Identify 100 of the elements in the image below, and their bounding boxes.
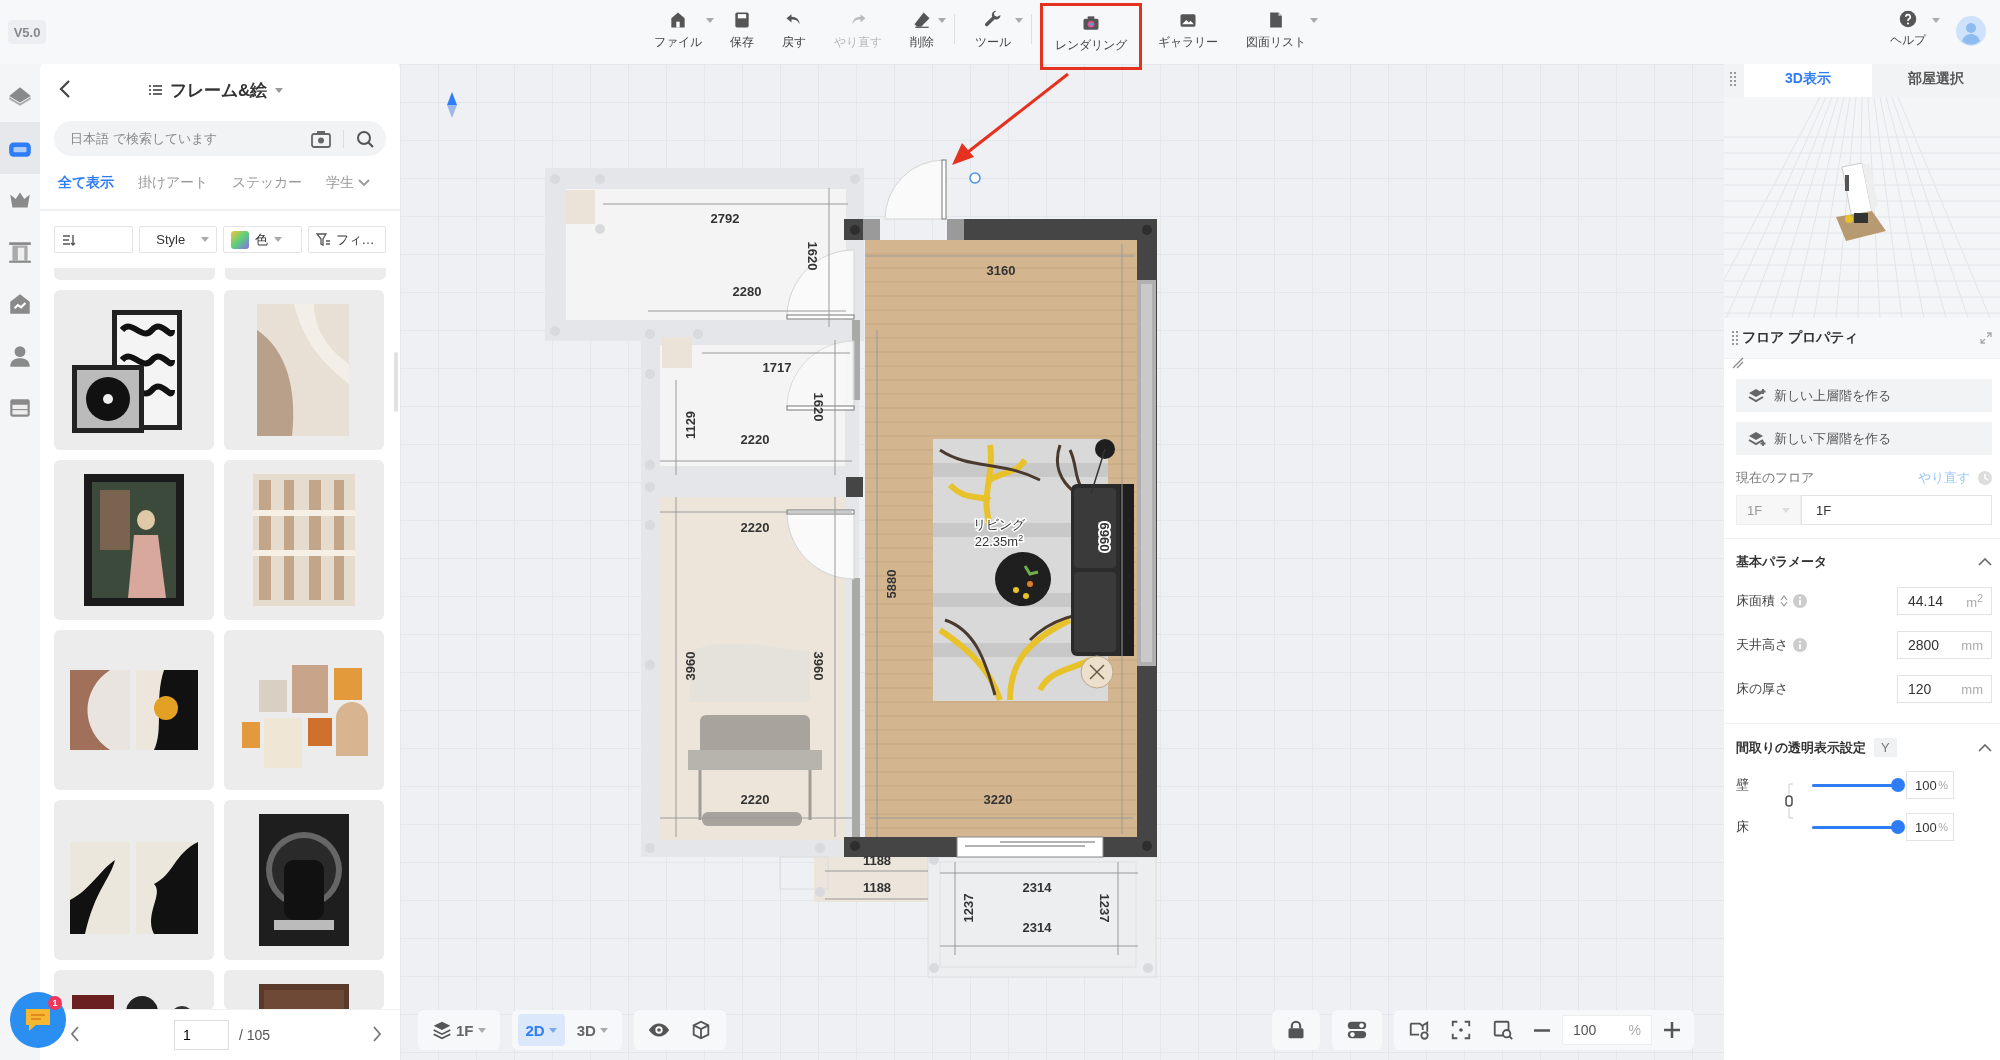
dimension-label: 1129 bbox=[683, 410, 699, 440]
drag-handle-icon bbox=[1732, 331, 1738, 345]
chevron-right-icon bbox=[372, 1025, 382, 1042]
floor-dropdown[interactable]: 1F bbox=[424, 1014, 494, 1046]
percent-field[interactable]: 100% bbox=[1906, 813, 1954, 841]
caret-icon bbox=[201, 237, 209, 242]
chevron-icon bbox=[358, 178, 370, 187]
focus-icon bbox=[1450, 1019, 1472, 1041]
dimension-label: 1188 bbox=[862, 853, 892, 869]
section-title: フロア プロパティ bbox=[1742, 329, 1858, 347]
drag-handle-icon bbox=[1730, 72, 1736, 86]
filter-button[interactable]: フィ… bbox=[307, 226, 386, 253]
layers-icon bbox=[432, 1020, 452, 1040]
category-tab[interactable]: 全て表示 bbox=[46, 173, 126, 192]
sort-icon bbox=[1780, 595, 1788, 607]
version-label: V5.0 bbox=[8, 20, 46, 44]
dimension-label: 3960 bbox=[683, 651, 699, 681]
toggle-icon bbox=[1346, 1019, 1368, 1041]
dimension-label: 2220 bbox=[740, 432, 770, 448]
chevron-icon[interactable] bbox=[1978, 558, 1992, 566]
number-field[interactable]: 44.14 m$^{2}$ bbox=[1897, 587, 1992, 615]
help-icon bbox=[1899, 10, 1917, 28]
help-button[interactable]: ヘルプ bbox=[1882, 0, 1942, 58]
field-label: 壁 bbox=[1736, 776, 1750, 794]
zoom-field[interactable]: 100 % bbox=[1562, 1015, 1652, 1045]
dimension-label: 1237 bbox=[961, 893, 977, 923]
slider-thumb[interactable] bbox=[1891, 778, 1905, 792]
percent-field[interactable]: 100% bbox=[1906, 771, 1954, 799]
add-upper-floor-button[interactable]: 新しい上層階を作る bbox=[1736, 379, 1992, 412]
dimension-label: 2314 bbox=[1022, 920, 1052, 936]
notification-badge: 1 bbox=[48, 996, 62, 1010]
floor-name-field[interactable]: 1F bbox=[1801, 495, 1992, 525]
shortcut-badge: Y bbox=[1874, 738, 1897, 757]
compass-icon bbox=[447, 92, 457, 118]
camera-icon[interactable] bbox=[311, 129, 331, 148]
link-icon[interactable] bbox=[1784, 783, 1794, 819]
caret-icon bbox=[274, 237, 282, 242]
dimension-label: 3220 bbox=[983, 792, 1013, 808]
caret-icon bbox=[1932, 18, 1940, 23]
tools-button[interactable]: ツール bbox=[963, 0, 1023, 58]
anchor-point[interactable] bbox=[969, 172, 981, 184]
section-title: 間取りの透明表示設定 bbox=[1736, 738, 1866, 757]
number-field[interactable]: 2800 mm bbox=[1897, 631, 1992, 659]
door-icon bbox=[7, 239, 33, 265]
save-icon bbox=[732, 10, 752, 30]
info-icon bbox=[1793, 594, 1807, 608]
add-lower-floor-button[interactable]: 新しい下層階を作る bbox=[1736, 422, 1992, 455]
camera-settings-icon bbox=[1408, 1019, 1430, 1041]
style-dropdown[interactable]: Style bbox=[138, 226, 217, 253]
file-button[interactable]: ファイル bbox=[642, 0, 714, 58]
save-button[interactable]: 保存 bbox=[718, 0, 766, 58]
resize-icon[interactable] bbox=[1732, 357, 1744, 369]
chevron-icon[interactable] bbox=[1978, 743, 1992, 752]
dimension-label: 2314 bbox=[1022, 880, 1052, 896]
filter-icon bbox=[315, 232, 330, 247]
render-button[interactable]: レンダリング bbox=[1040, 3, 1142, 70]
search-field[interactable]: 日本語 で検索しています bbox=[54, 121, 386, 156]
dimension-label: 2220 bbox=[740, 520, 770, 536]
caret-icon bbox=[1782, 507, 1790, 513]
number-field[interactable]: 120 mm bbox=[1897, 675, 1992, 703]
caret-icon bbox=[599, 1027, 608, 1033]
sort-button[interactable] bbox=[54, 226, 133, 253]
search-input[interactable]: 日本語 で検索しています bbox=[68, 130, 311, 147]
list-icon bbox=[148, 83, 162, 97]
undo-button[interactable]: 戻す bbox=[770, 0, 818, 58]
page-count: / 105 bbox=[239, 1027, 272, 1043]
field-label: 天井高さ bbox=[1736, 636, 1788, 654]
field-label: 床面積 bbox=[1736, 592, 1775, 610]
delete-button[interactable]: 削除 bbox=[898, 0, 946, 58]
info-icon bbox=[1793, 638, 1807, 652]
field-label: 現在のフロア bbox=[1736, 469, 1814, 487]
person-icon bbox=[7, 343, 33, 369]
door-drawing bbox=[786, 509, 855, 580]
house-icon bbox=[668, 10, 688, 30]
dimension-label: 6960 bbox=[1096, 522, 1112, 552]
layers-plus-icon bbox=[1748, 387, 1766, 404]
dimension-label: 1620 bbox=[804, 241, 820, 271]
panel-tab[interactable]: 部屋選択 bbox=[1872, 61, 2000, 97]
color-dropdown[interactable]: 色 bbox=[223, 226, 302, 253]
page-field[interactable]: 1 bbox=[174, 1020, 229, 1050]
plus-icon bbox=[1664, 1022, 1680, 1038]
eraser-icon bbox=[912, 10, 932, 30]
sofa-button[interactable] bbox=[0, 122, 40, 174]
view-mode-tab[interactable]: 3D bbox=[568, 1014, 616, 1046]
coffee-table-drawing bbox=[995, 552, 1051, 606]
back-icon bbox=[58, 79, 72, 99]
dimension-label: 5880 bbox=[884, 569, 900, 599]
category-dropdown[interactable]: フレーム&絵 bbox=[148, 78, 284, 102]
dimension-label: 3160 bbox=[986, 263, 1016, 279]
section-title: 基本パラメータ bbox=[1736, 553, 1827, 571]
gallery-button[interactable]: ギャラリー bbox=[1146, 0, 1230, 58]
clock-icon bbox=[1978, 471, 1992, 485]
drawing-list-button[interactable]: 図面リスト bbox=[1234, 0, 1318, 58]
dimension-label: 1237 bbox=[1096, 893, 1112, 923]
caret-icon bbox=[548, 1027, 557, 1033]
side-table-drawing bbox=[1080, 655, 1114, 689]
dimension-label: 1620 bbox=[810, 392, 826, 422]
room-name: リビング bbox=[973, 517, 1025, 532]
slider-thumb[interactable] bbox=[1891, 820, 1905, 834]
search-icon[interactable] bbox=[356, 129, 374, 148]
